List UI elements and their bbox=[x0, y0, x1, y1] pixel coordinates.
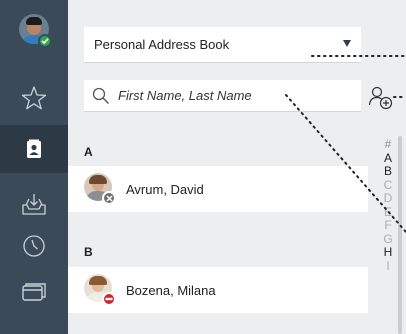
address-book-selected: Personal Address Book bbox=[94, 37, 230, 52]
inbox-download-icon bbox=[22, 194, 46, 215]
contacts-panel: Personal Address Book A Avrum, David bbox=[68, 0, 406, 334]
alphabet-index-item[interactable]: G bbox=[380, 232, 396, 247]
chat-windows-icon bbox=[22, 283, 46, 301]
search-icon bbox=[92, 87, 109, 104]
add-contact-icon[interactable] bbox=[368, 84, 394, 110]
alphabet-index-item[interactable]: I bbox=[380, 259, 396, 274]
sidebar-item-chats[interactable] bbox=[0, 268, 68, 316]
section-header-a: A bbox=[84, 145, 93, 159]
alphabet-index-item[interactable]: B bbox=[380, 164, 396, 179]
sidebar-item-favorites[interactable] bbox=[0, 74, 68, 122]
sidebar bbox=[0, 0, 68, 334]
clock-icon bbox=[23, 235, 45, 257]
avatar-hair bbox=[89, 175, 107, 184]
sidebar-item-history[interactable] bbox=[0, 222, 68, 270]
contact-name: Bozena, Milana bbox=[126, 282, 216, 298]
online-status-icon bbox=[38, 34, 52, 48]
avatar-hair bbox=[89, 276, 107, 285]
contact-search-input[interactable] bbox=[118, 88, 348, 103]
alphabet-index-item[interactable]: E bbox=[380, 205, 396, 220]
offline-status-icon bbox=[102, 191, 116, 205]
alphabet-index-item[interactable]: C bbox=[380, 178, 396, 193]
busy-status-icon bbox=[102, 292, 116, 306]
contacts-icon bbox=[27, 139, 41, 158]
section-header-b: B bbox=[84, 245, 93, 259]
alphabet-index-item[interactable]: A bbox=[380, 151, 396, 166]
star-icon bbox=[21, 86, 47, 110]
contact-search-box[interactable] bbox=[84, 80, 361, 112]
contact-row-bozena-milana[interactable]: Bozena, Milana bbox=[68, 267, 368, 313]
dropdown-arrow-icon bbox=[343, 40, 351, 47]
contact-row-avrum-david[interactable]: Avrum, David bbox=[68, 166, 368, 212]
alphabet-index-item[interactable]: D bbox=[380, 191, 396, 206]
contact-name: Avrum, David bbox=[126, 181, 204, 197]
contact-avatar bbox=[84, 173, 116, 205]
alphabet-index-item[interactable]: # bbox=[380, 137, 396, 152]
sidebar-item-contacts[interactable] bbox=[0, 125, 68, 173]
address-book-select[interactable]: Personal Address Book bbox=[84, 27, 361, 63]
avatar-hair bbox=[26, 17, 42, 25]
alphabet-scrollbar[interactable] bbox=[398, 136, 402, 334]
sidebar-item-inbox[interactable] bbox=[0, 180, 68, 228]
alphabet-index-item[interactable]: F bbox=[380, 218, 396, 233]
contact-avatar bbox=[84, 274, 116, 306]
alphabet-index-item[interactable]: H bbox=[380, 245, 396, 260]
alphabet-index: # A B C D E F G H I bbox=[380, 137, 396, 274]
